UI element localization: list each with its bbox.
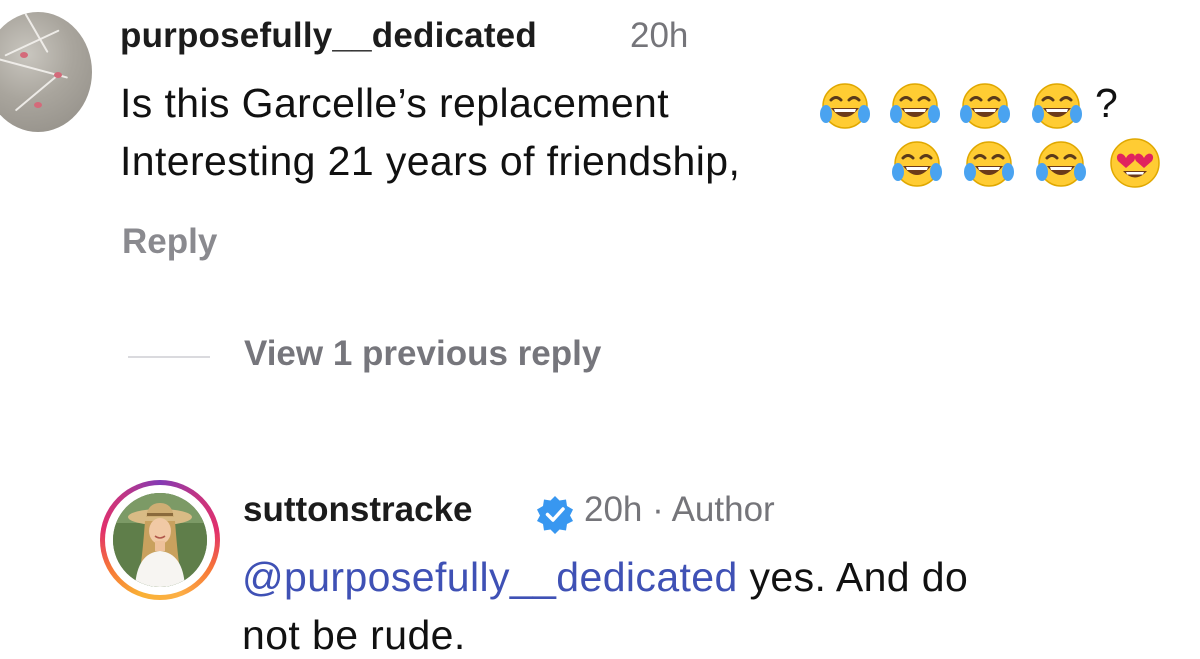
comment-timestamp: 20h: [630, 16, 689, 55]
tears-of-joy-emoji-icon: [960, 83, 1010, 129]
thread-divider: [128, 356, 210, 358]
author-avatar[interactable]: [113, 493, 207, 587]
author-avatar-illustration: [113, 493, 207, 587]
commenter-avatar[interactable]: [0, 12, 92, 132]
tears-of-joy-emoji-icon: [820, 83, 870, 129]
author-reply-text-line-2: not be rude.: [242, 612, 466, 658]
author-reply-text: yes. And do: [737, 554, 969, 600]
avatar-detail: [54, 72, 62, 78]
tears-of-joy-emoji-icon: [892, 141, 942, 187]
comment-text-line-2: Interesting 21 years of friendship,: [120, 138, 741, 184]
avatar-detail: [34, 102, 42, 108]
reply-button[interactable]: Reply: [122, 222, 217, 262]
tears-of-joy-emoji-icon: [964, 141, 1014, 187]
author-reply-meta: 20h · Author: [584, 490, 775, 529]
author-username[interactable]: suttonstracke: [243, 490, 473, 530]
author-avatar-story-ring[interactable]: [100, 480, 220, 600]
avatar-detail: [20, 52, 28, 58]
avatar-detail: [4, 29, 60, 57]
avatar-detail: [24, 13, 49, 53]
mention-link[interactable]: @purposefully__dedicated: [242, 554, 738, 600]
story-ring-gap: [105, 485, 215, 595]
comment-question-mark: ?: [1095, 80, 1118, 126]
comment-text-line-1: Is this Garcelle’s replacement: [120, 80, 670, 126]
tears-of-joy-emoji-icon: [890, 83, 940, 129]
commenter-username[interactable]: purposefully__dedicated: [120, 16, 537, 56]
verified-badge-icon: [537, 496, 573, 534]
tears-of-joy-emoji-icon: [1036, 141, 1086, 187]
heart-eyes-emoji-icon: [1110, 138, 1160, 188]
author-reply-text-line-1: @purposefully__dedicated yes. And do: [242, 554, 968, 601]
view-previous-replies-button[interactable]: View 1 previous reply: [244, 334, 601, 374]
tears-of-joy-emoji-icon: [1032, 83, 1082, 129]
